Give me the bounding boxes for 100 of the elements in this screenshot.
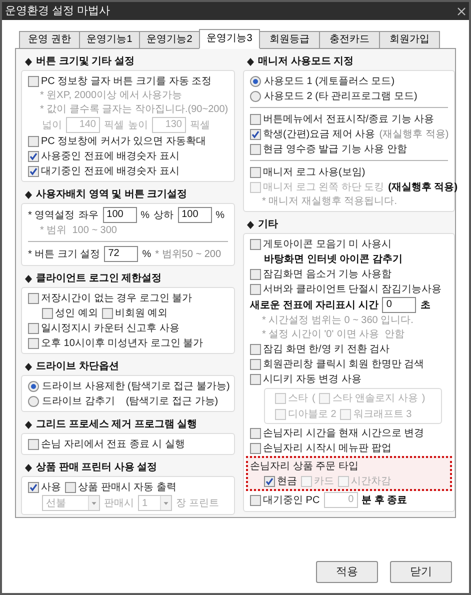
- checkbox[interactable]: [250, 268, 261, 280]
- checkbox-label[interactable]: 잠김화면 음소거 기능 사용함: [263, 268, 392, 280]
- window-title: 운영환경 설정 마법사: [5, 4, 110, 18]
- field-label: 높이: [128, 118, 148, 132]
- checkbox[interactable]: [102, 308, 113, 318]
- checkbox[interactable]: [250, 114, 261, 124]
- dialog-button[interactable]: 닫기: [390, 561, 452, 583]
- field-label: 새로운 전표에 자리표시 시간: [250, 298, 378, 312]
- checkbox-label[interactable]: 상품 판매시 자동 출력: [78, 480, 176, 494]
- checkbox-label[interactable]: 매니저 로그 사용(보임): [263, 166, 366, 178]
- field-label: 픽셀: [190, 118, 210, 132]
- checkbox[interactable]: [42, 308, 53, 318]
- checkbox[interactable]: [250, 374, 261, 384]
- checkbox-label[interactable]: 일시정지시 카운터 신고후 사용: [41, 322, 180, 334]
- checkbox-label[interactable]: 비회원 예외: [114, 306, 168, 320]
- checkbox-label[interactable]: 현금 영수증 발급 기능 사용 안함: [263, 142, 407, 156]
- checkbox[interactable]: [28, 338, 39, 348]
- checkbox[interactable]: [250, 284, 261, 294]
- radio-label[interactable]: 사용모드 1 (게토플러스 모드): [264, 74, 395, 88]
- field-label: (재실행후 적용): [379, 128, 449, 140]
- checkbox[interactable]: [28, 166, 39, 176]
- field-label: 판매시: [104, 496, 134, 510]
- field-label: ): [422, 392, 426, 404]
- tab[interactable]: 회원가입: [379, 31, 440, 49]
- checkbox-label[interactable]: 오후 10시이후 미성년자 로그인 불가: [41, 336, 204, 350]
- radio-button[interactable]: [28, 396, 39, 406]
- checkbox-label[interactable]: 시디키 자동 변경 사용: [263, 372, 362, 386]
- checkbox-label[interactable]: 대기중인 전표에 배경숫자 표시: [41, 164, 180, 178]
- checkbox[interactable]: [28, 150, 39, 162]
- checkbox-label[interactable]: 사용중인 전표에 배경숫자 표시: [41, 150, 180, 162]
- checkbox[interactable]: [250, 128, 261, 140]
- field-label: * 버튼 크기 설정: [28, 248, 100, 260]
- radio-label[interactable]: 드라이브 사용제한 (탐색기로 접근 불가능): [42, 380, 230, 392]
- diamond-icon: [25, 190, 32, 198]
- checkbox[interactable]: [250, 494, 261, 506]
- checkbox-label[interactable]: PC 정보창에 커서가 있으면 자동확대: [41, 134, 206, 148]
- checkbox[interactable]: [250, 442, 261, 454]
- radio-button[interactable]: [250, 90, 261, 102]
- input-field[interactable]: 0: [382, 297, 416, 313]
- tab[interactable]: 충전카드: [319, 31, 380, 49]
- checkbox-label[interactable]: 사용: [41, 480, 61, 494]
- tab[interactable]: 운영기능3: [199, 29, 260, 49]
- section-title: 버튼 크기및 기타 설정: [36, 55, 134, 68]
- radio-label[interactable]: 드라이브 감추기 (탐색기로 접근 가능): [42, 394, 218, 408]
- checkbox-label[interactable]: 손님자리 시간을 현재 시간으로 변경: [263, 426, 424, 440]
- checkbox[interactable]: [250, 344, 261, 354]
- checkbox[interactable]: [28, 438, 39, 450]
- close-icon[interactable]: [457, 6, 466, 16]
- field-label: 분 후 종료: [362, 494, 408, 506]
- radio-button[interactable]: [28, 380, 39, 392]
- checkbox[interactable]: [250, 144, 261, 154]
- checkbox[interactable]: [250, 166, 261, 178]
- checkbox-label[interactable]: 학생(간편)요금 제어 사용: [263, 128, 376, 140]
- checkbox[interactable]: [28, 76, 39, 86]
- input-field[interactable]: 72: [104, 246, 138, 262]
- checkbox-label[interactable]: 게토아이콘 모음기 미 사용시: [263, 238, 392, 250]
- tab[interactable]: 회원등급: [259, 31, 320, 49]
- checkbox-label[interactable]: 대기중인 PC: [263, 494, 320, 506]
- checkbox[interactable]: [264, 476, 275, 486]
- tab[interactable]: 운영기능2: [139, 31, 200, 49]
- checkbox[interactable]: [28, 136, 39, 146]
- checkbox-label[interactable]: 저장시간이 없는 경우 로그인 불가: [41, 292, 192, 304]
- field-label: * 영역설정: [28, 208, 75, 222]
- checkbox-label[interactable]: 서버와 클라이언트 단절시 잠김기능사용: [263, 282, 442, 296]
- diamond-icon: [25, 420, 32, 428]
- note-text: * 윈XP, 2000이상 에서 사용가능: [39, 89, 182, 102]
- input-field[interactable]: 100: [178, 207, 212, 223]
- checkbox[interactable]: [250, 358, 261, 370]
- checkbox-label[interactable]: 손님 자리에서 전표 종료 시 실행: [41, 438, 185, 450]
- field-label: %: [140, 208, 150, 222]
- check-icon: [265, 476, 274, 486]
- section-title: 클라이언트 로그인 제한설정: [36, 272, 162, 285]
- checkbox[interactable]: [250, 428, 261, 438]
- checkbox-label[interactable]: PC 정보창 글자 버튼 크기를 자동 조정: [41, 74, 212, 88]
- section-title: 기타: [258, 218, 278, 231]
- tab[interactable]: 운영기능1: [79, 31, 140, 49]
- diamond-icon: [247, 220, 254, 228]
- checkbox[interactable]: [250, 238, 261, 250]
- checkbox[interactable]: [28, 482, 39, 492]
- checkbox[interactable]: [28, 322, 39, 334]
- radio-button[interactable]: [250, 76, 261, 86]
- diamond-icon: [25, 58, 32, 66]
- checkbox[interactable]: [28, 292, 39, 304]
- tab[interactable]: 운영 권한: [19, 31, 80, 49]
- checkbox-label[interactable]: 성인 예외: [55, 306, 98, 320]
- dialog-button[interactable]: 적용: [316, 561, 378, 583]
- checkbox-label[interactable]: 손님자리 시작시 메뉴판 팝업: [263, 442, 392, 454]
- field-label: 손님자리 상품 주문 타입: [250, 460, 358, 472]
- check-icon: [251, 130, 260, 138]
- input-field[interactable]: 100: [102, 207, 137, 223]
- diamond-icon: [25, 274, 32, 282]
- checkbox-label[interactable]: 현금: [277, 474, 297, 488]
- checkbox[interactable]: [65, 482, 76, 492]
- checkbox-label[interactable]: 잠김 화면 한/영 키 전환 검사: [263, 342, 390, 356]
- field-label: * 범위50 ~ 200: [155, 248, 222, 260]
- radio-label[interactable]: 사용모드 2 (타 관리프로그램 모드): [264, 90, 418, 102]
- checkbox-label[interactable]: 버튼메뉴에서 전표시작/종료 기능 사용: [263, 112, 434, 126]
- checkbox-label[interactable]: 회원관리창 클릭시 회원 한명만 검색: [263, 358, 424, 370]
- section-title: 드라이브 차단옵션: [36, 360, 119, 373]
- diamond-icon: [25, 464, 32, 472]
